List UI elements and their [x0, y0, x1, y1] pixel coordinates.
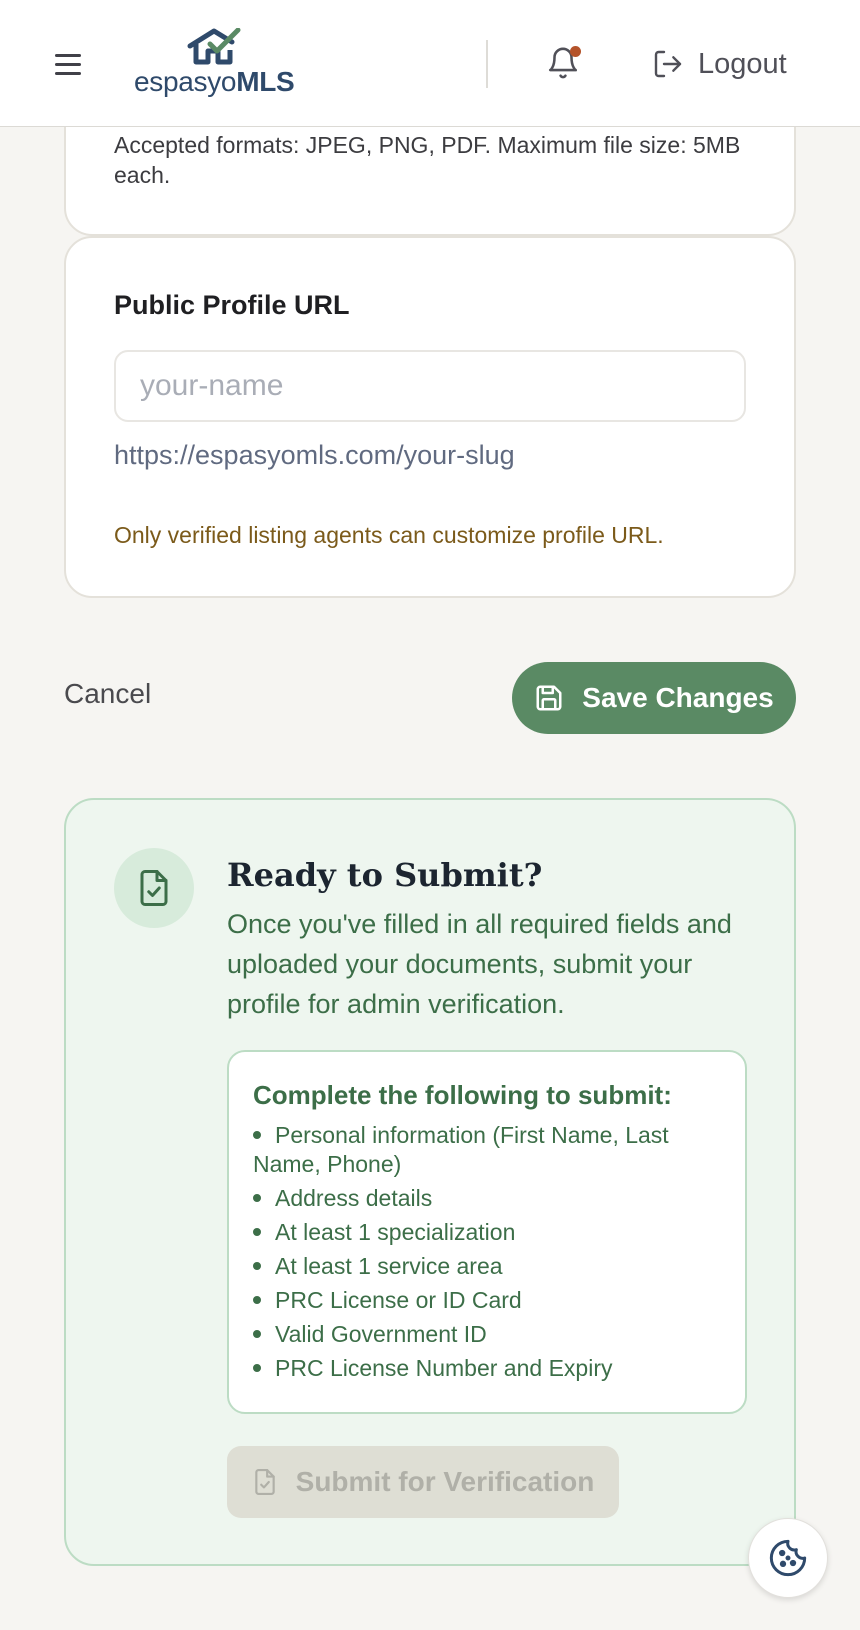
ready-to-submit-title: Ready to Submit? — [227, 856, 543, 894]
cookie-settings-button[interactable] — [748, 1518, 828, 1598]
cancel-button[interactable]: Cancel — [64, 678, 151, 710]
profile-url-preview: https://espasyomls.com/your-slug — [114, 440, 515, 470]
ready-to-submit-panel: Ready to Submit? Once you've filled in a… — [64, 798, 796, 1566]
logout-button[interactable]: Logout — [652, 44, 787, 84]
logout-icon — [654, 50, 682, 78]
accepted-formats-note: Accepted formats: JPEG, PNG, PDF. Maximu… — [114, 132, 741, 188]
profile-slug-input[interactable] — [114, 350, 746, 422]
profile-url-title: Public Profile URL — [114, 290, 350, 320]
save-changes-label: Save Changes — [582, 682, 774, 713]
requirement-item: PRC License or ID Card — [253, 1286, 721, 1315]
requirement-item: At least 1 specialization — [253, 1218, 721, 1247]
ready-to-submit-description: Once you've filled in all required field… — [227, 909, 732, 1019]
requirement-item: Address details — [253, 1184, 721, 1213]
requirements-box: Complete the following to submit: Person… — [227, 1050, 747, 1414]
house-check-logo-icon — [187, 28, 241, 65]
requirements-title: Complete the following to submit: — [253, 1080, 672, 1110]
notification-dot — [570, 46, 581, 57]
menu-button[interactable] — [50, 48, 86, 80]
espasyomls-logo[interactable]: espasyoMLS — [134, 28, 304, 98]
save-icon — [536, 685, 562, 711]
menu-icon — [55, 54, 81, 57]
top-header: espasyoMLS Logout — [0, 0, 860, 127]
save-changes-button[interactable]: Save Changes — [512, 662, 796, 734]
logout-label: Logout — [698, 47, 787, 80]
document-check-badge — [114, 848, 194, 928]
document-check-icon — [140, 870, 168, 906]
requirement-item: PRC License Number and Expiry — [253, 1354, 721, 1383]
requirement-item: Personal information (First Name, Last N… — [253, 1121, 721, 1179]
logo-wordmark: espasyoMLS — [134, 66, 295, 97]
notifications-button[interactable] — [546, 44, 584, 84]
requirement-item: At least 1 service area — [253, 1252, 721, 1281]
profile-url-note: Only verified listing agents can customi… — [114, 522, 664, 548]
cookie-icon — [769, 1539, 807, 1577]
submit-for-verification-label: Submit for Verification — [295, 1466, 595, 1497]
page: Accepted formats: JPEG, PNG, PDF. Maximu… — [0, 0, 860, 1630]
submit-for-verification-button[interactable]: Submit for Verification — [227, 1446, 619, 1518]
requirements-list: Personal information (First Name, Last N… — [253, 1121, 721, 1383]
requirement-item: Valid Government ID — [253, 1320, 721, 1349]
document-check-icon — [254, 1469, 275, 1495]
profile-url-card: Public Profile URL https://espasyomls.co… — [64, 236, 796, 598]
header-divider — [486, 40, 488, 88]
